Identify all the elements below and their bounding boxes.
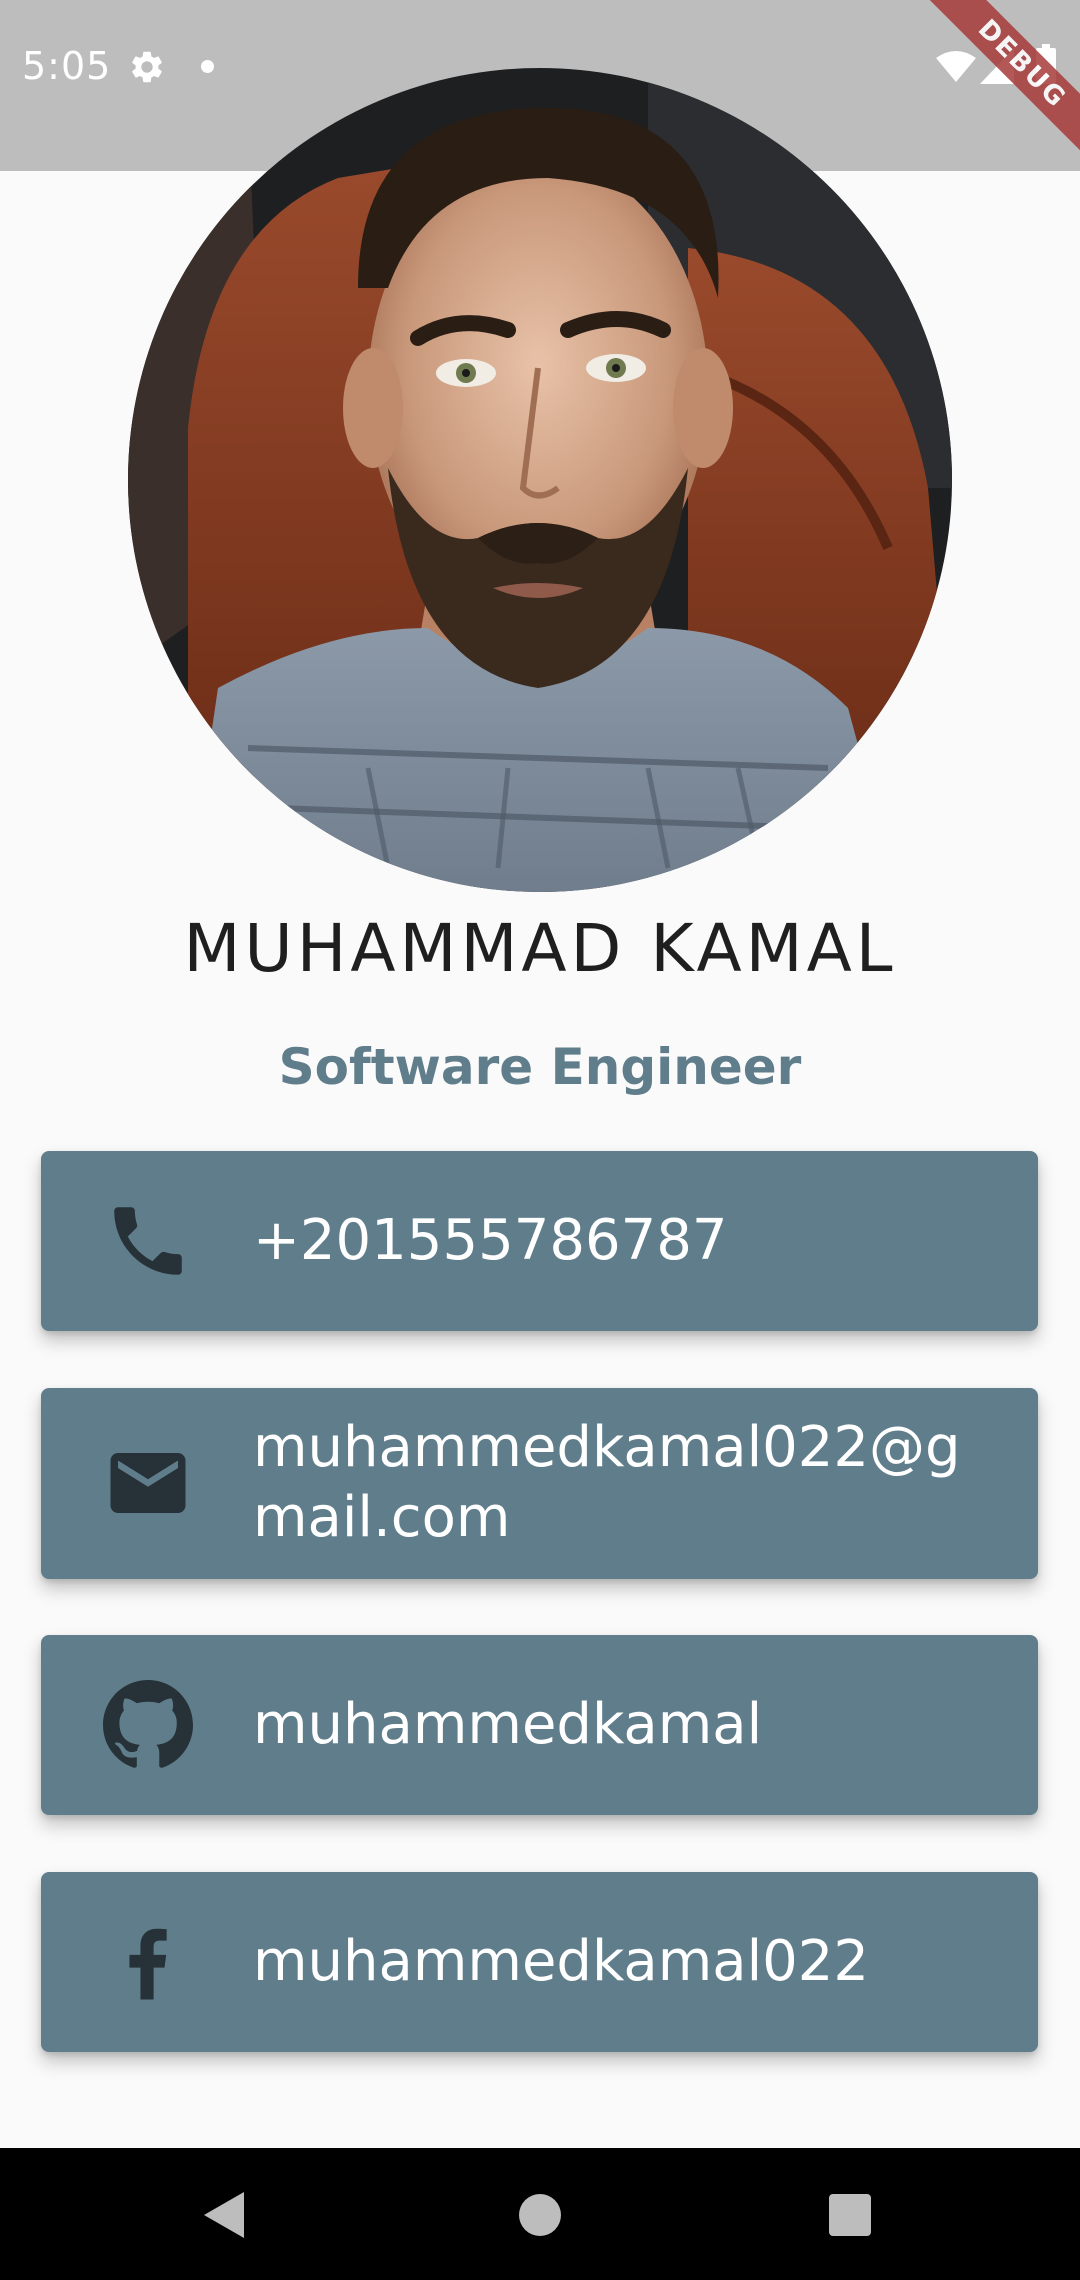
home-icon[interactable]: [519, 2194, 561, 2236]
profile-name: MUHAMMAD KAMAL: [183, 910, 897, 987]
back-icon[interactable]: [204, 2192, 246, 2238]
phone-icon: [114, 1207, 182, 1275]
facebook-icon: [129, 1928, 167, 2000]
facebook-username: muhammedkamal022: [253, 1929, 870, 1994]
debug-label: DEBUG: [915, 0, 1080, 170]
facebook-card[interactable]: muhammedkamal022: [41, 1872, 1038, 2052]
mail-icon: [110, 1453, 186, 1513]
github-username: muhammedkamal: [253, 1692, 763, 1757]
github-icon: [103, 1680, 193, 1768]
debug-banner: DEBUG: [910, 0, 1080, 170]
github-card[interactable]: muhammedkamal: [41, 1635, 1038, 1815]
email-address: muhammedkamal022@gmail.com: [253, 1415, 961, 1550]
phone-number: +201555786787: [253, 1208, 728, 1273]
profile-title: Software Engineer: [278, 1038, 802, 1096]
profile-avatar: [128, 68, 952, 892]
phone-card[interactable]: +201555786787: [41, 1151, 1038, 1331]
profile-photo: [128, 68, 952, 892]
profile-screen: 5:05 DEBUG MUHAMMAD KAMAL Software Engin…: [0, 0, 1080, 2280]
navigation-bar: [0, 2148, 1080, 2280]
notification-dot-icon: [201, 60, 214, 73]
gear-icon: [132, 51, 162, 83]
status-time: 5:05: [22, 44, 112, 88]
email-card[interactable]: muhammedkamal022@gmail.com: [41, 1388, 1038, 1579]
recents-icon[interactable]: [829, 2194, 871, 2236]
